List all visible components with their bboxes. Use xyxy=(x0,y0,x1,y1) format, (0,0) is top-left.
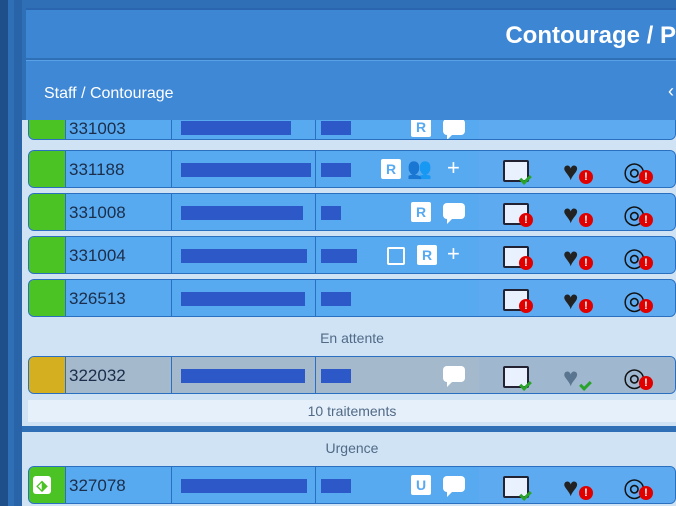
comment-icon[interactable] xyxy=(443,203,465,224)
waiting-section-label: En attente xyxy=(320,330,384,346)
comment-icon[interactable] xyxy=(443,120,465,139)
left-rail-inner xyxy=(14,0,22,506)
patient-list: 331003 R 331188 R 👥 + ♥! ◎! 331008 R ! ♥… xyxy=(22,120,676,426)
heart-icon[interactable]: ♥! xyxy=(557,197,597,229)
table-row[interactable]: 331008 R ! ♥! ◎! xyxy=(28,193,676,231)
r-badge-icon[interactable]: R xyxy=(381,159,401,179)
patient-id: 331003 xyxy=(69,120,126,138)
table-row[interactable]: ⬗ 327078 U ♥! ◎! xyxy=(28,466,676,504)
id-card-icon[interactable] xyxy=(497,154,537,186)
patient-id: 326513 xyxy=(69,289,126,308)
plus-icon[interactable]: + xyxy=(447,241,460,267)
comment-icon[interactable] xyxy=(443,366,465,387)
heart-icon[interactable]: ♥! xyxy=(557,283,597,315)
status-indicator xyxy=(29,194,66,230)
status-indicator xyxy=(29,237,66,273)
heart-icon[interactable]: ♥! xyxy=(557,154,597,186)
patient-id: 331188 xyxy=(69,160,125,179)
target-icon[interactable]: ◎! xyxy=(617,360,657,392)
heart-icon[interactable]: ♥ xyxy=(557,360,597,392)
left-rail xyxy=(0,0,8,506)
r-badge-icon[interactable]: R xyxy=(411,202,431,222)
patient-id: 322032 xyxy=(69,366,126,385)
tag-icon: ⬗ xyxy=(33,476,51,494)
redacted-name xyxy=(181,163,311,177)
redacted-code xyxy=(321,249,357,263)
id-card-icon[interactable] xyxy=(497,470,537,502)
r-badge-icon[interactable]: R xyxy=(417,245,437,265)
status-indicator xyxy=(29,357,66,393)
patient-id: 331004 xyxy=(69,246,126,265)
table-row[interactable]: 331188 R 👥 + ♥! ◎! xyxy=(28,150,676,188)
id-card-icon[interactable] xyxy=(497,360,537,392)
redacted-code xyxy=(321,163,351,177)
u-badge-icon[interactable]: U xyxy=(411,475,431,495)
users-icon[interactable]: 👥 xyxy=(407,156,432,181)
edit-icon[interactable] xyxy=(387,247,405,265)
comment-icon[interactable] xyxy=(443,476,465,497)
urgent-section-label: Urgence xyxy=(325,440,379,456)
plus-icon[interactable]: + xyxy=(447,155,460,181)
heart-icon[interactable]: ♥! xyxy=(557,470,597,502)
redacted-code xyxy=(321,121,351,135)
urgent-list: Urgence ⬗ 327078 U ♥! ◎! xyxy=(22,432,676,506)
breadcrumb: Staff / Contourage xyxy=(44,85,174,102)
patient-id: 327078 xyxy=(69,476,126,495)
status-indicator xyxy=(29,120,66,139)
patient-id: 331008 xyxy=(69,203,126,222)
heart-icon[interactable]: ♥! xyxy=(557,240,597,272)
treatment-count: 10 traitements xyxy=(28,400,676,422)
target-icon[interactable]: ◎! xyxy=(617,197,657,229)
r-badge-icon[interactable]: R xyxy=(411,120,431,137)
redacted-name xyxy=(181,479,307,493)
status-indicator: ⬗ xyxy=(29,467,66,503)
redacted-name xyxy=(181,206,303,220)
redacted-name xyxy=(181,249,307,263)
target-icon[interactable]: ◎! xyxy=(617,470,657,502)
redacted-name xyxy=(181,369,305,383)
redacted-code xyxy=(321,479,351,493)
chevron-left-icon[interactable]: ‹ xyxy=(668,81,674,102)
target-icon[interactable]: ◎! xyxy=(617,283,657,315)
table-row[interactable]: 326513 ! ♥! ◎! xyxy=(28,279,676,317)
target-icon[interactable]: ◎! xyxy=(617,154,657,186)
table-row[interactable]: 322032 ♥ ◎! xyxy=(28,356,676,394)
sub-header: Staff / Contourage ‹ xyxy=(26,60,676,121)
table-row[interactable]: 331003 R xyxy=(28,120,676,140)
redacted-name xyxy=(181,292,305,306)
redacted-code xyxy=(321,292,351,306)
redacted-name xyxy=(181,121,291,135)
top-header: Contourage / P xyxy=(26,8,676,58)
redacted-code xyxy=(321,206,341,220)
page-title: Contourage / P xyxy=(505,22,676,49)
status-indicator xyxy=(29,280,66,316)
id-card-icon[interactable]: ! xyxy=(497,197,537,229)
redacted-code xyxy=(321,369,351,383)
table-row[interactable]: 331004 R + ! ♥! ◎! xyxy=(28,236,676,274)
id-card-icon[interactable]: ! xyxy=(497,283,537,315)
status-indicator xyxy=(29,151,66,187)
id-card-icon[interactable]: ! xyxy=(497,240,537,272)
target-icon[interactable]: ◎! xyxy=(617,240,657,272)
